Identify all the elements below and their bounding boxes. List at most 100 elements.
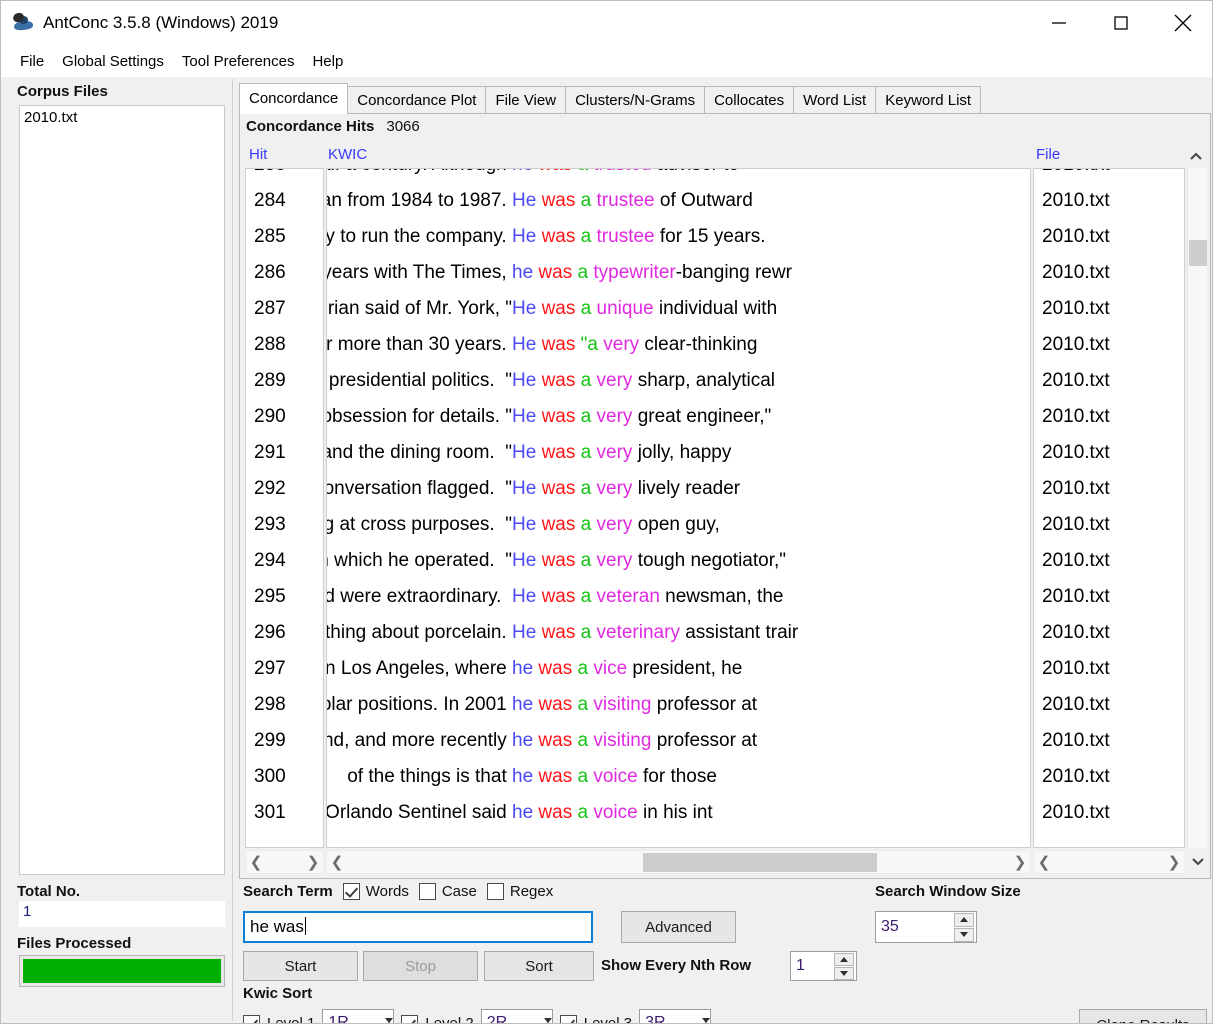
menu-item-tool-preferences[interactable]: Tool Preferences [173, 51, 304, 72]
table-row[interactable]: over half a century. Although he was a t… [327, 169, 1030, 183]
table-row[interactable]: & Knowlton in Los Angeles, where he was … [327, 651, 1030, 687]
kwic-scrollbar-thumb[interactable] [643, 853, 877, 872]
tab-concordance-plot[interactable]: Concordance Plot [347, 86, 487, 114]
stepper-down-icon[interactable] [954, 927, 974, 942]
table-row[interactable]: rophysics for more than 30 years. He was… [327, 327, 1030, 363]
words-checkbox[interactable] [342, 883, 360, 900]
main-panel: Concordance Concordance Plot File View C… [234, 79, 1212, 1024]
case-checkbox[interactable] [418, 883, 436, 900]
table-row[interactable]: its chairman from 1984 to 1987. He was a… [327, 183, 1030, 219]
advanced-button[interactable]: Advanced [621, 911, 736, 943]
progress-bar-fill [23, 959, 221, 983]
kwic-right-context: professor at [651, 694, 758, 715]
kwic-node-word-3: "a [580, 334, 598, 355]
table-row[interactable]: knew a thing about porcelain. He was a v… [327, 615, 1030, 651]
words-checkbox-wrap[interactable]: Words [342, 883, 409, 900]
scroll-up-icon[interactable] [1185, 146, 1207, 168]
tab-file-view[interactable]: File View [485, 86, 567, 114]
vertical-scrollbar[interactable] [1187, 168, 1207, 848]
stepper-arrows[interactable] [385, 1005, 394, 1023]
stepper-arrows[interactable] [543, 1005, 552, 1023]
search-window-size-stepper[interactable]: 35 [875, 911, 977, 943]
file-horizontal-scrollbar[interactable]: ❮ ❯ [1033, 850, 1185, 874]
table-row[interactable]: o, Switzerland, and more recently he was… [327, 723, 1030, 759]
corpus-files-list[interactable]: 2010.txt [19, 105, 225, 875]
start-button[interactable]: Start [243, 951, 358, 981]
table-row[interactable]: d. The Orlando Sentinel said he was a vo… [327, 795, 1030, 831]
chevron-left-icon[interactable]: ❮ [327, 851, 347, 873]
level-3-stepper[interactable]: 3R [639, 1005, 712, 1023]
files-processed-label: Files Processed [17, 935, 132, 952]
stepper-up-icon[interactable] [954, 912, 974, 927]
minimize-button[interactable] [1028, 1, 1090, 45]
level-3-checkbox[interactable] [559, 1014, 577, 1023]
hit-column[interactable]: 283 284 285 286 287 288 289 290 291 292 293 294 295 2… [245, 168, 324, 848]
stepper-arrows[interactable] [702, 1005, 711, 1023]
search-input[interactable]: he was [243, 911, 593, 943]
antconc-window: AntConc 3.5.8 (Windows) 2019 File Global… [0, 0, 1213, 1024]
table-row[interactable]: of the things is that he was a voice for… [327, 759, 1030, 795]
file-column[interactable]: 2010.txt 2010.txt 2010.txt 2010.txt 2010.txt… [1033, 168, 1185, 848]
hit-horizontal-scrollbar[interactable]: ❮ ❯ [245, 850, 324, 874]
hit-number: 300 [254, 766, 286, 787]
menu-item-global-settings[interactable]: Global Settings [53, 51, 173, 72]
level-1-value: 1R [328, 1014, 349, 1024]
close-button[interactable] [1152, 1, 1212, 45]
chevron-left-icon[interactable]: ❮ [1034, 851, 1054, 873]
table-row[interactable]: with an obsession for details. "He was a… [327, 399, 1030, 435]
level-1-stepper[interactable]: 1R [322, 1005, 395, 1024]
chevron-right-icon[interactable]: ❯ [1010, 851, 1030, 873]
tab-clusters-ngrams[interactable]: Clusters/N-Grams [565, 86, 706, 114]
vertical-scrollbar-thumb[interactable] [1189, 240, 1207, 266]
hit-number: 290 [254, 406, 286, 427]
tab-collocates[interactable]: Collocates [704, 86, 795, 114]
file-name: 2010.txt [1042, 298, 1110, 319]
column-header-file[interactable]: File [1036, 146, 1060, 163]
table-row[interactable]: r if the conversation flagged. "He was a… [327, 471, 1030, 507]
kwic-left-context: . In 40 years with The Times, [326, 262, 507, 283]
level-1-checkbox[interactable] [243, 1014, 260, 1023]
table-row[interactable]: isiting scholar positions. In 2001 he wa… [327, 687, 1030, 723]
menu-item-file[interactable]: File [11, 51, 53, 72]
column-header-kwic[interactable]: KWIC [328, 146, 367, 163]
kwic-left-context: of the things is that [347, 766, 512, 787]
chevron-left-icon[interactable]: ❮ [246, 851, 266, 873]
tab-keyword-list[interactable]: Keyword List [875, 86, 982, 114]
kwic-node-word-2: was [538, 802, 573, 823]
kwic-left-context: world in which he operated. " [327, 550, 512, 571]
stepper-arrows[interactable] [954, 912, 976, 942]
stepper-down-icon[interactable] [834, 966, 854, 980]
level-2-checkbox[interactable] [401, 1014, 419, 1023]
table-row[interactable]: . Kerkorian said of Mr. York, "He was a … [327, 291, 1030, 327]
chevron-right-icon[interactable]: ❯ [303, 851, 323, 873]
level-2-stepper[interactable]: 2R [480, 1005, 553, 1023]
case-checkbox-wrap[interactable]: Case [418, 883, 477, 900]
clone-results-button[interactable]: Clone Results [1079, 1009, 1207, 1023]
file-name: 2010.txt [1042, 442, 1110, 463]
kwic-node-word-1: He [512, 478, 537, 499]
kwic-horizontal-scrollbar[interactable]: ❮ ❯ [326, 850, 1031, 874]
menu-item-help[interactable]: Help [303, 51, 352, 72]
table-row[interactable]: lly working at cross purposes. "He was a… [327, 507, 1030, 543]
kwic-column[interactable]: over half a century. Although he was a t… [326, 168, 1031, 848]
column-header-hit[interactable]: Hit [249, 146, 267, 163]
tab-word-list[interactable]: Word List [793, 86, 877, 114]
stepper-up-icon[interactable] [834, 952, 854, 966]
stepper-arrows[interactable] [834, 952, 856, 980]
table-row[interactable]: kitchen and the dining room. "He was a v… [327, 435, 1030, 471]
table-row[interactable]: parsed presidential politics. "He was a … [327, 363, 1030, 399]
nth-row-stepper[interactable]: 1 [790, 951, 857, 981]
table-row[interactable]: it occurred were extraordinary. He was a… [327, 579, 1030, 615]
sort-button[interactable]: Sort [484, 951, 594, 981]
tab-concordance[interactable]: Concordance [239, 83, 349, 114]
table-row[interactable]: family to run the company. He was a trus… [327, 219, 1030, 255]
regex-checkbox-wrap[interactable]: Regex [486, 883, 553, 900]
files-processed-progress [19, 955, 225, 987]
table-row[interactable]: . In 40 years with The Times, he was a t… [326, 255, 1030, 291]
list-item[interactable]: 2010.txt [20, 106, 224, 126]
kwic-node-word-1: He [512, 190, 537, 211]
maximize-button[interactable] [1090, 1, 1152, 45]
table-row[interactable]: world in which he operated. "He was a ve… [327, 543, 1030, 579]
regex-checkbox[interactable] [486, 883, 504, 900]
chevron-right-icon[interactable]: ❯ [1164, 851, 1184, 873]
